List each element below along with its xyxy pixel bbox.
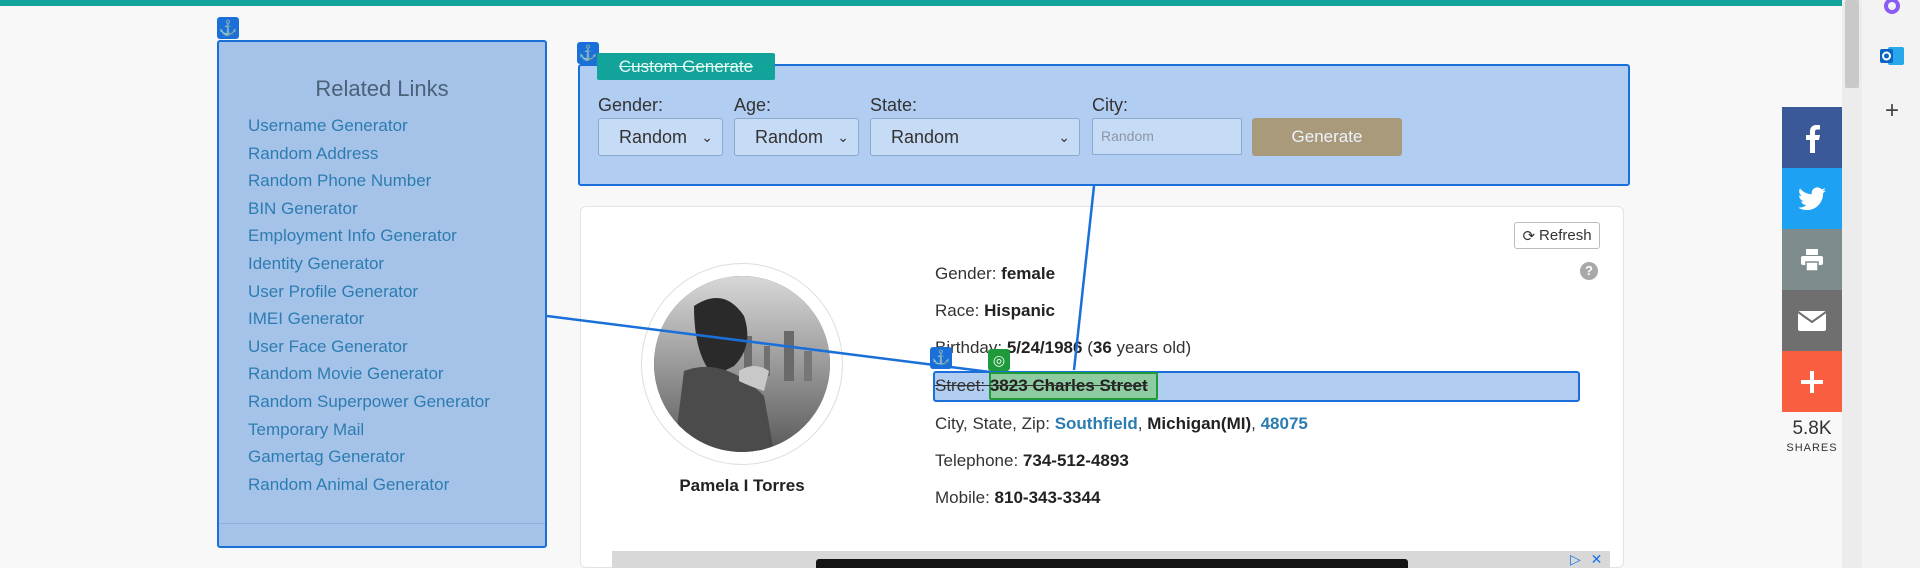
close-icon[interactable]: ✕ xyxy=(1591,551,1603,567)
email-share-button[interactable] xyxy=(1782,290,1842,351)
ad-banner-content xyxy=(816,559,1408,568)
facebook-icon xyxy=(1806,124,1820,153)
related-link[interactable]: User Face Generator xyxy=(248,333,545,361)
related-link[interactable]: BIN Generator xyxy=(248,195,545,223)
help-icon[interactable]: ? xyxy=(1580,262,1598,280)
zip-link[interactable]: 48075 xyxy=(1261,414,1308,433)
refresh-label: Refresh xyxy=(1539,227,1592,244)
age-suffix: years old) xyxy=(1116,338,1192,357)
related-link[interactable]: Identity Generator xyxy=(248,250,545,278)
state-label: State: xyxy=(870,95,918,115)
scrollbar-thumb[interactable] xyxy=(1845,0,1859,88)
mobile-row: Mobile: 810-343-3344 xyxy=(935,488,1100,508)
refresh-button[interactable]: ⟳ Refresh xyxy=(1514,222,1600,249)
panel-divider xyxy=(219,523,545,524)
twitter-share-button[interactable] xyxy=(1782,168,1842,229)
street-row: Street: 3823 Charles Street xyxy=(935,376,1148,396)
related-link[interactable]: Random Movie Generator xyxy=(248,360,545,388)
chevron-down-icon: ⌄ xyxy=(837,129,849,145)
email-icon xyxy=(1798,310,1826,331)
mobile-value: 810-343-3344 xyxy=(994,488,1101,507)
city-label: City: xyxy=(1092,95,1128,115)
state-select-value: Random xyxy=(891,127,960,147)
race-row-label: Race: xyxy=(935,301,980,320)
gender-select[interactable]: Random ⌄ xyxy=(598,118,723,156)
csz-row-label: City, State, Zip: xyxy=(935,414,1050,433)
related-links-title: Related Links xyxy=(315,76,449,101)
target-icon[interactable]: ◎ xyxy=(988,349,1010,371)
anchor-icon[interactable]: ⚓ xyxy=(577,42,599,64)
age-select[interactable]: Random ⌄ xyxy=(734,118,859,156)
state-value: Michigan(MI) xyxy=(1147,414,1252,433)
print-share-button[interactable] xyxy=(1782,229,1842,290)
age-value: 36 xyxy=(1092,338,1112,357)
ad-controls: ▷ ✕ xyxy=(1570,551,1602,568)
top-accent-bar xyxy=(0,0,1842,6)
related-link[interactable]: Random Superpower Generator xyxy=(248,388,545,416)
print-icon xyxy=(1801,248,1823,271)
city-input[interactable]: Random xyxy=(1092,118,1242,155)
age-label: Age: xyxy=(734,95,772,115)
related-link[interactable]: Username Generator xyxy=(248,112,545,140)
related-link[interactable]: Random Address xyxy=(248,140,545,168)
related-link[interactable]: IMEI Generator xyxy=(248,305,545,333)
birthday-value: 5/24/1986 xyxy=(1006,338,1083,357)
gender-row-label: Gender: xyxy=(935,264,997,283)
telephone-row-label: Telephone: xyxy=(935,451,1019,470)
race-row: Race: Hispanic xyxy=(935,301,1055,321)
share-count: 5.8K xyxy=(1792,418,1832,439)
state-select[interactable]: Random ⌄ xyxy=(870,118,1080,156)
more-share-button[interactable] xyxy=(1782,351,1842,412)
city-link[interactable]: Southfield xyxy=(1055,414,1138,433)
share-count-label: SHARES xyxy=(1786,442,1838,454)
mobile-row-label: Mobile: xyxy=(935,488,990,507)
custom-generate-tab[interactable]: Custom Generate xyxy=(597,53,775,80)
related-link[interactable]: Random Animal Generator xyxy=(248,471,545,499)
outlook-icon[interactable] xyxy=(1878,42,1906,70)
person-name: Pamela I Torres xyxy=(679,476,805,495)
copilot-icon[interactable] xyxy=(1878,0,1906,20)
adchoices-icon[interactable]: ▷ xyxy=(1570,551,1581,567)
twitter-icon xyxy=(1798,186,1826,210)
generate-button[interactable]: Generate xyxy=(1252,118,1402,156)
chevron-down-icon: ⌄ xyxy=(1058,129,1070,145)
related-link[interactable]: Temporary Mail xyxy=(248,416,545,444)
facebook-share-button[interactable] xyxy=(1782,107,1842,168)
avatar xyxy=(654,276,830,452)
share-bar: 5.8K SHARES xyxy=(1782,107,1842,454)
telephone-value: 734-512-4893 xyxy=(1022,451,1129,470)
related-link[interactable]: Employment Info Generator xyxy=(248,222,545,250)
plus-icon xyxy=(1801,370,1823,393)
gender-label: Gender: xyxy=(598,95,664,115)
gender-row: Gender: female xyxy=(935,264,1055,284)
age-select-value: Random xyxy=(755,127,824,147)
chevron-down-icon: ⌄ xyxy=(701,129,713,145)
city-state-zip-row: City, State, Zip: Southfield, Michigan(M… xyxy=(935,414,1308,433)
related-links-panel: Related Links Username Generator Random … xyxy=(217,40,547,548)
street-row-label: Street: xyxy=(935,376,986,395)
related-link[interactable]: User Profile Generator xyxy=(248,278,545,306)
race-value: Hispanic xyxy=(984,301,1056,320)
related-links-list: Username Generator Random Address Random… xyxy=(219,112,545,498)
street-value: 3823 Charles Street xyxy=(989,376,1148,395)
gender-value: female xyxy=(1001,264,1056,283)
refresh-icon: ⟳ xyxy=(1522,227,1536,245)
anchor-icon[interactable]: ⚓ xyxy=(217,17,239,39)
birthday-row: Birthday: 5/24/1986 (36 years old) xyxy=(935,338,1192,357)
anchor-icon[interactable]: ⚓ xyxy=(930,347,952,369)
related-link[interactable]: Gamertag Generator xyxy=(248,443,545,471)
gender-select-value: Random xyxy=(619,127,688,147)
telephone-row: Telephone: 734-512-4893 xyxy=(935,451,1129,471)
add-icon[interactable]: + xyxy=(1878,97,1906,125)
related-link[interactable]: Random Phone Number xyxy=(248,167,545,195)
